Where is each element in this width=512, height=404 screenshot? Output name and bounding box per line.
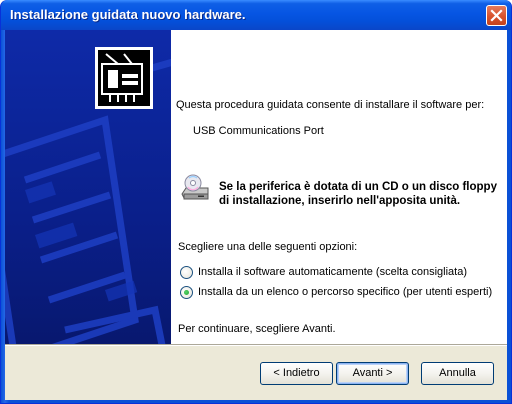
button-separator: [5, 344, 507, 346]
hardware-card-icon: [95, 47, 153, 109]
wizard-content: Questa procedura guidata consente di ins…: [171, 30, 507, 344]
wizard-sidebar: [5, 30, 171, 344]
option-specific-location-label: Installa da un elenco o percorso specifi…: [198, 286, 493, 298]
cd-drive-icon: [180, 174, 210, 204]
radio-selected-dot: [184, 290, 189, 295]
dialog-body: Questa procedura guidata consente di ins…: [5, 30, 507, 400]
title-bar[interactable]: Installazione guidata nuovo hardware.: [1, 0, 511, 30]
close-icon: [490, 9, 503, 22]
option-auto-install[interactable]: Installa il software automaticamente (sc…: [180, 265, 500, 280]
cd-notice: Se la periferica è dotata di un CD o un …: [219, 181, 497, 207]
close-button[interactable]: [486, 5, 507, 26]
cancel-button[interactable]: Annulla: [421, 362, 494, 385]
device-name: USB Communications Port: [193, 125, 324, 137]
back-button[interactable]: < Indietro: [260, 362, 333, 385]
radio-auto-install[interactable]: [180, 266, 193, 279]
intro-text: Questa procedura guidata consente di ins…: [176, 99, 485, 111]
option-specific-location[interactable]: Installa da un elenco o percorso specifi…: [180, 285, 500, 300]
options-prompt: Scegliere una delle seguenti opzioni:: [178, 241, 358, 253]
next-button[interactable]: Avanti >: [336, 362, 409, 385]
wizard-window: Installazione guidata nuovo hardware. Qu…: [0, 0, 512, 404]
option-auto-install-label: Installa il software automaticamente (sc…: [198, 266, 468, 278]
continue-hint: Per continuare, scegliere Avanti.: [178, 323, 336, 335]
window-title: Installazione guidata nuovo hardware.: [10, 7, 246, 22]
radio-specific-location[interactable]: [180, 286, 193, 299]
